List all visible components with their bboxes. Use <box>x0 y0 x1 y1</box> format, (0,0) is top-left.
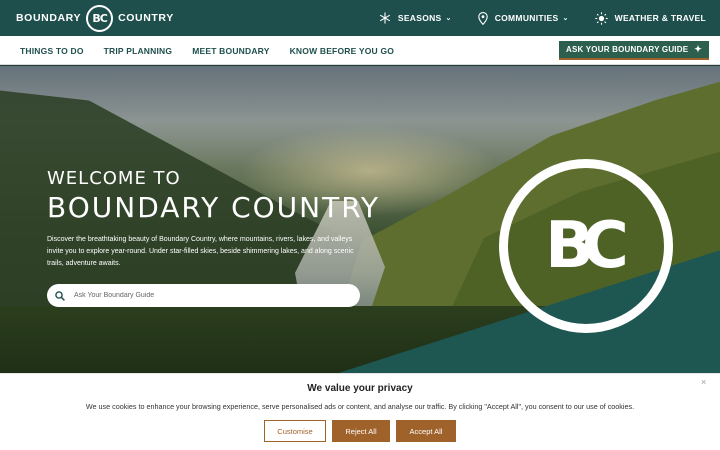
hero-search-bar[interactable] <box>47 284 360 307</box>
main-nav: THINGS TO DO TRIP PLANNING MEET BOUNDARY… <box>20 36 414 65</box>
search-icon <box>55 290 65 301</box>
nav-meet-boundary[interactable]: MEET BOUNDARY <box>192 46 269 56</box>
main-nav-bar: THINGS TO DO TRIP PLANNING MEET BOUNDARY… <box>0 36 720 65</box>
brand-name-left: BOUNDARY <box>16 12 82 24</box>
hero-welcome-small: WELCOME TO <box>47 168 181 189</box>
brand-logo[interactable]: BOUNDARY BC COUNTRY <box>16 0 174 36</box>
hero-title: BOUNDARY COUNTRY <box>47 191 380 224</box>
cookie-text: We use cookies to enhance your browsing … <box>85 402 635 411</box>
top-bar: BOUNDARY BC COUNTRY SEASONS ⌄ COMMUNITIE… <box>0 0 720 36</box>
hero-section: WELCOME TO BOUNDARY COUNTRY Discover the… <box>0 66 720 373</box>
sparkle-icon: ✦ <box>694 44 702 54</box>
topnav-weather-travel[interactable]: WEATHER & TRAVEL <box>594 11 706 25</box>
customise-button[interactable]: Customise <box>264 420 326 442</box>
topnav-seasons[interactable]: SEASONS ⌄ <box>379 12 452 24</box>
topnav-communities-label: COMMUNITIES <box>494 13 559 23</box>
chevron-down-icon: ⌄ <box>562 15 569 22</box>
bc-logo-icon: BC <box>86 4 114 32</box>
top-nav: SEASONS ⌄ COMMUNITIES ⌄ WEATHER & TRAVEL <box>353 0 706 36</box>
accept-all-button[interactable]: Accept All <box>396 420 456 442</box>
ask-guide-label: ASK YOUR BOUNDARY GUIDE <box>566 45 689 54</box>
location-pin-icon <box>477 11 488 25</box>
cookie-buttons: Customise Reject All Accept All <box>0 420 720 442</box>
snowflake-icon <box>379 12 390 24</box>
topnav-communities[interactable]: COMMUNITIES ⌄ <box>477 11 569 25</box>
topnav-weather-label: WEATHER & TRAVEL <box>614 13 706 23</box>
nav-know-before-you-go[interactable]: KNOW BEFORE YOU GO <box>290 46 395 56</box>
bc-badge-letters: BC <box>545 209 629 283</box>
reject-all-button[interactable]: Reject All <box>332 420 390 442</box>
nav-trip-planning[interactable]: TRIP PLANNING <box>104 46 173 56</box>
sun-icon <box>594 11 608 25</box>
brand-name-right: COUNTRY <box>118 12 174 24</box>
topnav-seasons-label: SEASONS <box>397 13 442 23</box>
logo-letters: BC <box>92 11 108 25</box>
chevron-down-icon: ⌄ <box>445 15 452 22</box>
cookie-banner: × We value your privacy We use cookies t… <box>0 373 720 450</box>
bc-badge-logo: BC <box>499 159 673 333</box>
cookie-title: We value your privacy <box>307 383 413 394</box>
hero-description: Discover the breathtaking beauty of Boun… <box>47 236 354 267</box>
ask-guide-button[interactable]: ASK YOUR BOUNDARY GUIDE ✦ <box>559 41 709 60</box>
search-input[interactable] <box>74 292 334 299</box>
nav-things-to-do[interactable]: THINGS TO DO <box>20 46 84 56</box>
